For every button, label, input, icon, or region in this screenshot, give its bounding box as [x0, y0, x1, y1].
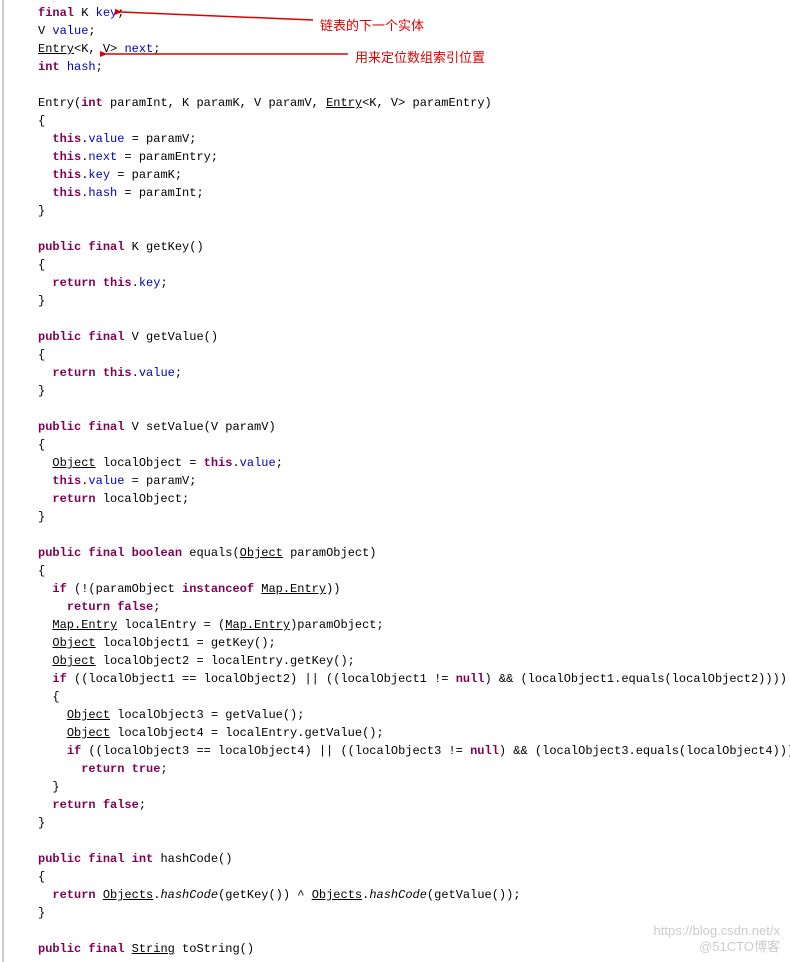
- code-line: {: [10, 562, 790, 580]
- code-line: this.value = paramV;: [10, 130, 790, 148]
- code-line: [10, 832, 790, 850]
- code-line: Object localObject4 = localEntry.getValu…: [10, 724, 790, 742]
- code-line: public final V getValue(): [10, 328, 790, 346]
- code-line: {: [10, 256, 790, 274]
- code-line: {: [10, 868, 790, 886]
- code-line: this.key = paramK;: [10, 166, 790, 184]
- code-line: }: [10, 814, 790, 832]
- code-line: return this.value;: [10, 364, 790, 382]
- arrow-to-hash: [100, 48, 350, 60]
- code-line: public final V setValue(V paramV): [10, 418, 790, 436]
- code-line: }: [10, 904, 790, 922]
- code-line: return true;: [10, 760, 790, 778]
- code-line: if (!(paramObject instanceof Map.Entry)): [10, 580, 790, 598]
- code-line: [10, 310, 790, 328]
- code-line: return this.key;: [10, 274, 790, 292]
- arrow-to-key: [115, 6, 315, 28]
- code-line: if ((localObject3 == localObject4) || ((…: [10, 742, 790, 760]
- code-line: Object localObject = this.value;: [10, 454, 790, 472]
- code-line: {: [10, 436, 790, 454]
- code-line: public final K getKey(): [10, 238, 790, 256]
- code-line: }: [10, 202, 790, 220]
- code-line: }: [10, 292, 790, 310]
- code-line: this.hash = paramInt;: [10, 184, 790, 202]
- code-line: return localObject;: [10, 490, 790, 508]
- code-line: [10, 526, 790, 544]
- code-line: if ((localObject1 == localObject2) || ((…: [10, 670, 790, 688]
- code-line: [10, 76, 790, 94]
- code-line: return false;: [10, 796, 790, 814]
- code-line: {: [10, 346, 790, 364]
- code-line: this.next = paramEntry;: [10, 148, 790, 166]
- code-line: Map.Entry localEntry = (Map.Entry)paramO…: [10, 616, 790, 634]
- watermark-51cto: @51CTO博客: [699, 937, 780, 957]
- code-line: [10, 400, 790, 418]
- code-line: }: [10, 778, 790, 796]
- code-line: public final boolean equals(Object param…: [10, 544, 790, 562]
- code-line: }: [10, 382, 790, 400]
- code-line: [10, 220, 790, 238]
- code-line: }: [10, 508, 790, 526]
- code-line: Object localObject3 = getValue();: [10, 706, 790, 724]
- code-line: Entry(int paramInt, K paramK, V paramV, …: [10, 94, 790, 112]
- code-line: return Objects.hashCode(getKey()) ^ Obje…: [10, 886, 790, 904]
- code-line: this.value = paramV;: [10, 472, 790, 490]
- code-line: Object localObject1 = getKey();: [10, 634, 790, 652]
- code-block: final K key; V value; Entry<K, V> next; …: [2, 0, 790, 962]
- code-line: {: [10, 112, 790, 130]
- code-line: public final String toString(): [10, 940, 790, 958]
- code-line: public final int hashCode(): [10, 850, 790, 868]
- code-line: {: [10, 688, 790, 706]
- annotation-hash-index: 用来定位数组索引位置: [355, 48, 485, 68]
- annotation-linked-list: 链表的下一个实体: [320, 16, 424, 36]
- code-line: Object localObject2 = localEntry.getKey(…: [10, 652, 790, 670]
- code-line: return false;: [10, 598, 790, 616]
